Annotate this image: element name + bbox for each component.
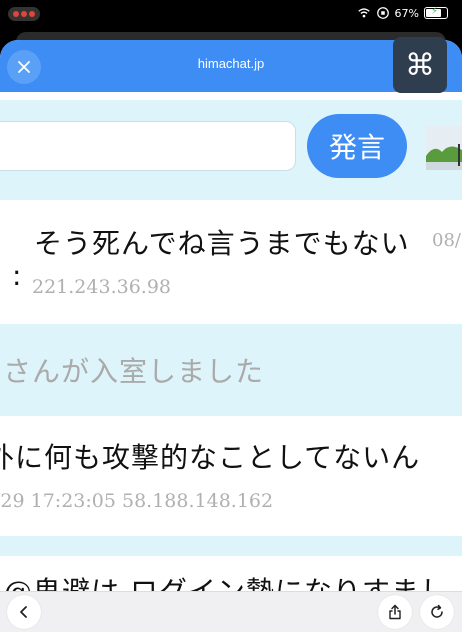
battery-icon: ⚡ [424,6,448,19]
message-date: 08/ [432,230,461,251]
message-text: さんが入室しました [3,355,265,388]
share-icon [389,604,401,620]
battery-percent: 67% [394,6,419,20]
message-ip: 221.243.36.98 [32,276,172,298]
back-button[interactable] [7,595,41,629]
window-dots[interactable] [8,7,40,21]
message-input[interactable] [0,121,296,171]
message-colon: : [12,259,22,292]
page-content: 発言 : そう死んでね言うまでもない 08/ 221.243.36.98 さんが… [0,92,462,632]
send-button[interactable]: 発言 [307,114,407,178]
status-indicators: 67% ⚡ [357,6,448,20]
share-button[interactable] [378,595,412,629]
message-meta: /29 17:23:05 58.188.148.162 [0,490,274,512]
system-message: さんが入室しました [0,324,462,416]
message-text: 外に何も攻撃的なことしてないん [0,441,421,474]
chat-message: 外に何も攻撃的なことしてないん /29 17:23:05 58.188.148.… [0,416,462,536]
bottom-toolbar [0,591,462,632]
landscape-image-icon [426,126,462,170]
charging-bolt-icon: ⚡ [431,6,439,17]
chevron-left-icon [20,606,27,618]
status-bar: 67% ⚡ [0,0,462,28]
row-separator [0,536,462,556]
image-upload-thumbnail[interactable] [426,126,462,170]
reload-icon [431,604,443,618]
reload-button[interactable] [420,595,454,629]
command-key-badge[interactable]: ⌘ [393,37,447,93]
browser-sheet: himachat.jp 発言 : そう死んでね言うまでもない 08/ 221.2… [0,40,462,632]
orientation-lock-icon [376,7,389,19]
message-text: そう死んでね言うまでもない [34,227,410,260]
chat-input-area: 発言 [0,100,462,200]
chat-message: : そう死んでね言うまでもない 08/ 221.243.36.98 [0,206,462,324]
wifi-icon [357,8,370,18]
